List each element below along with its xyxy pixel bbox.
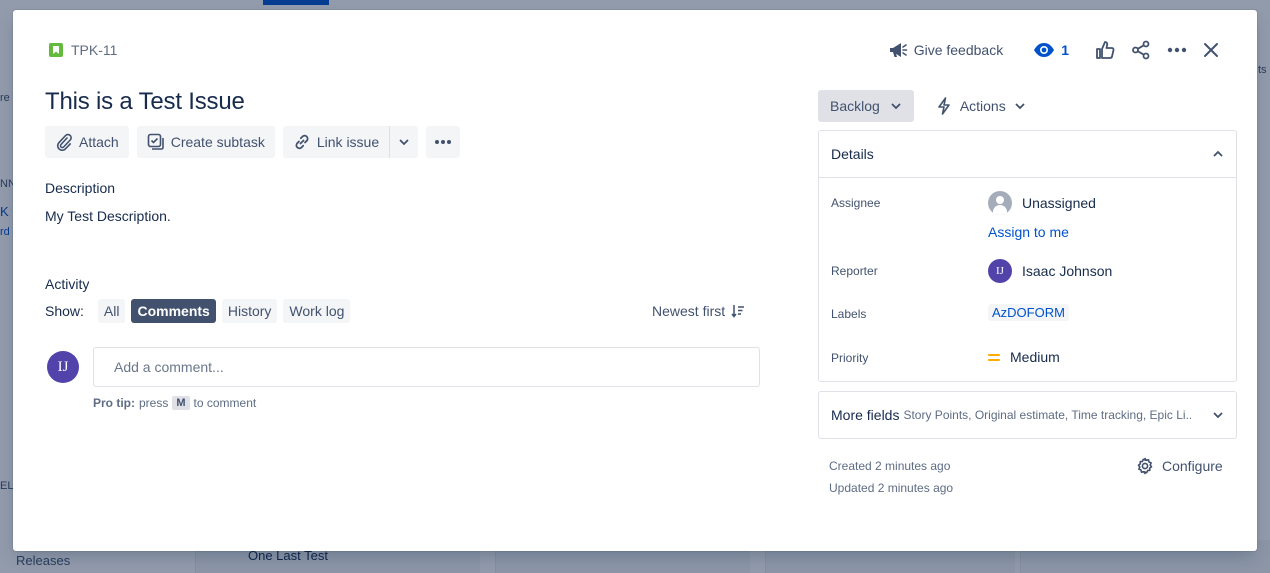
create-subtask-label: Create subtask (170, 134, 265, 150)
filter-comments[interactable]: Comments (131, 299, 216, 323)
link-icon (293, 133, 311, 151)
show-label: Show: (45, 303, 84, 319)
current-user-avatar: IJ (47, 351, 79, 383)
lightning-icon (936, 97, 952, 115)
more-fields-panel[interactable]: More fields Story Points, Original estim… (818, 391, 1237, 439)
link-issue-dropdown[interactable] (389, 126, 419, 158)
link-issue-button[interactable]: Link issue (282, 126, 390, 158)
reporter-value: Isaac Johnson (1022, 263, 1113, 279)
assignee-field[interactable]: Unassigned (988, 191, 1096, 215)
assign-to-me-link[interactable]: Assign to me (988, 224, 1069, 240)
configure-button[interactable]: Configure (1136, 457, 1223, 475)
close-icon (1203, 42, 1219, 58)
labels-label: Labels (831, 307, 867, 321)
issue-action-bar: Attach Create subtask Link issue (45, 126, 461, 158)
activity-heading: Activity (45, 276, 90, 292)
eye-icon (1033, 42, 1055, 58)
filter-history[interactable]: History (221, 299, 278, 323)
details-header[interactable]: Details (819, 131, 1236, 178)
status-label: Backlog (830, 98, 880, 114)
share-button[interactable] (1123, 36, 1159, 64)
details-title: Details (831, 146, 874, 162)
priority-label: Priority (831, 351, 869, 365)
chevron-down-icon (1014, 100, 1026, 112)
pro-tip-rest: to comment (193, 396, 257, 410)
labels-field[interactable]: AzDOFORM (988, 304, 1069, 321)
give-feedback-button[interactable]: Give feedback (880, 36, 1012, 64)
link-issue-group: Link issue (282, 126, 419, 158)
actions-label: Actions (959, 98, 1006, 114)
link-issue-label: Link issue (316, 134, 380, 150)
issue-breadcrumb: TPK-11 (49, 42, 117, 58)
more-fields-title: More fields (831, 407, 900, 423)
details-panel: Details Assignee Unassigned Assign to me… (818, 130, 1237, 382)
reporter-label: Reporter (831, 264, 878, 278)
description-text[interactable]: My Test Description. (45, 208, 171, 224)
paperclip-icon (55, 133, 73, 151)
issue-key-link[interactable]: TPK-11 (71, 42, 117, 58)
give-feedback-label: Give feedback (913, 42, 1004, 58)
more-fields-list: Story Points, Original estimate, Time tr… (903, 408, 1192, 422)
sort-order-label: Newest first (652, 303, 726, 319)
assignee-value: Unassigned (1022, 195, 1096, 211)
more-issue-actions-button[interactable] (426, 126, 461, 158)
assignee-label: Assignee (831, 196, 881, 210)
activity-filter-row: Show: All Comments History Work log (45, 299, 351, 323)
close-button[interactable] (1195, 36, 1227, 64)
reporter-avatar: IJ (988, 259, 1012, 283)
vote-button[interactable] (1087, 36, 1123, 64)
priority-field[interactable]: Medium (988, 349, 1060, 365)
attach-label: Attach (79, 134, 119, 150)
filter-all[interactable]: All (97, 299, 126, 323)
megaphone-icon (888, 41, 908, 59)
ellipsis-icon (1167, 47, 1187, 53)
unassigned-avatar-icon (988, 191, 1012, 215)
subtask-icon (147, 133, 165, 151)
keyboard-shortcut-key: M (172, 396, 190, 410)
watch-button[interactable]: 1 (1025, 36, 1077, 64)
watch-count: 1 (1061, 42, 1069, 58)
pro-tip-press: press (139, 396, 169, 410)
status-dropdown[interactable]: Backlog (818, 90, 914, 122)
status-row: Backlog Actions (818, 90, 1036, 122)
comment-placeholder: Add a comment... (114, 359, 224, 375)
more-actions-button[interactable] (1159, 36, 1195, 64)
issue-modal: TPK-11 Give feedback 1 This is a Test Is… (13, 10, 1257, 551)
modal-toolbar: Give feedback 1 (880, 36, 1227, 64)
chevron-up-icon (1212, 148, 1224, 160)
attach-button[interactable]: Attach (45, 126, 129, 158)
sort-descending-icon (731, 304, 745, 318)
sort-order-button[interactable]: Newest first (652, 303, 745, 319)
gear-icon (1136, 457, 1154, 475)
configure-label: Configure (1162, 458, 1223, 474)
description-heading: Description (45, 180, 116, 196)
priority-value: Medium (1010, 349, 1060, 365)
created-timestamp: Created 2 minutes ago (829, 459, 951, 473)
reporter-field[interactable]: IJ Isaac Johnson (988, 259, 1112, 283)
actions-dropdown[interactable]: Actions (926, 90, 1036, 122)
pro-tip-label: Pro tip: (93, 396, 135, 410)
thumbs-up-icon (1095, 40, 1115, 60)
share-icon (1131, 40, 1151, 60)
chevron-down-icon (1212, 409, 1224, 421)
story-icon (49, 43, 63, 57)
priority-medium-icon (988, 353, 1000, 361)
pro-tip: Pro tip: press M to comment (93, 396, 256, 410)
create-subtask-button[interactable]: Create subtask (136, 126, 275, 158)
ellipsis-icon (434, 139, 452, 145)
label-chip[interactable]: AzDOFORM (988, 304, 1069, 321)
add-comment-input[interactable]: Add a comment... (93, 347, 760, 387)
chevron-down-icon (398, 136, 410, 148)
updated-timestamp: Updated 2 minutes ago (829, 481, 954, 495)
chevron-down-icon (890, 100, 902, 112)
filter-work-log[interactable]: Work log (283, 299, 351, 323)
issue-title[interactable]: This is a Test Issue (45, 88, 245, 116)
